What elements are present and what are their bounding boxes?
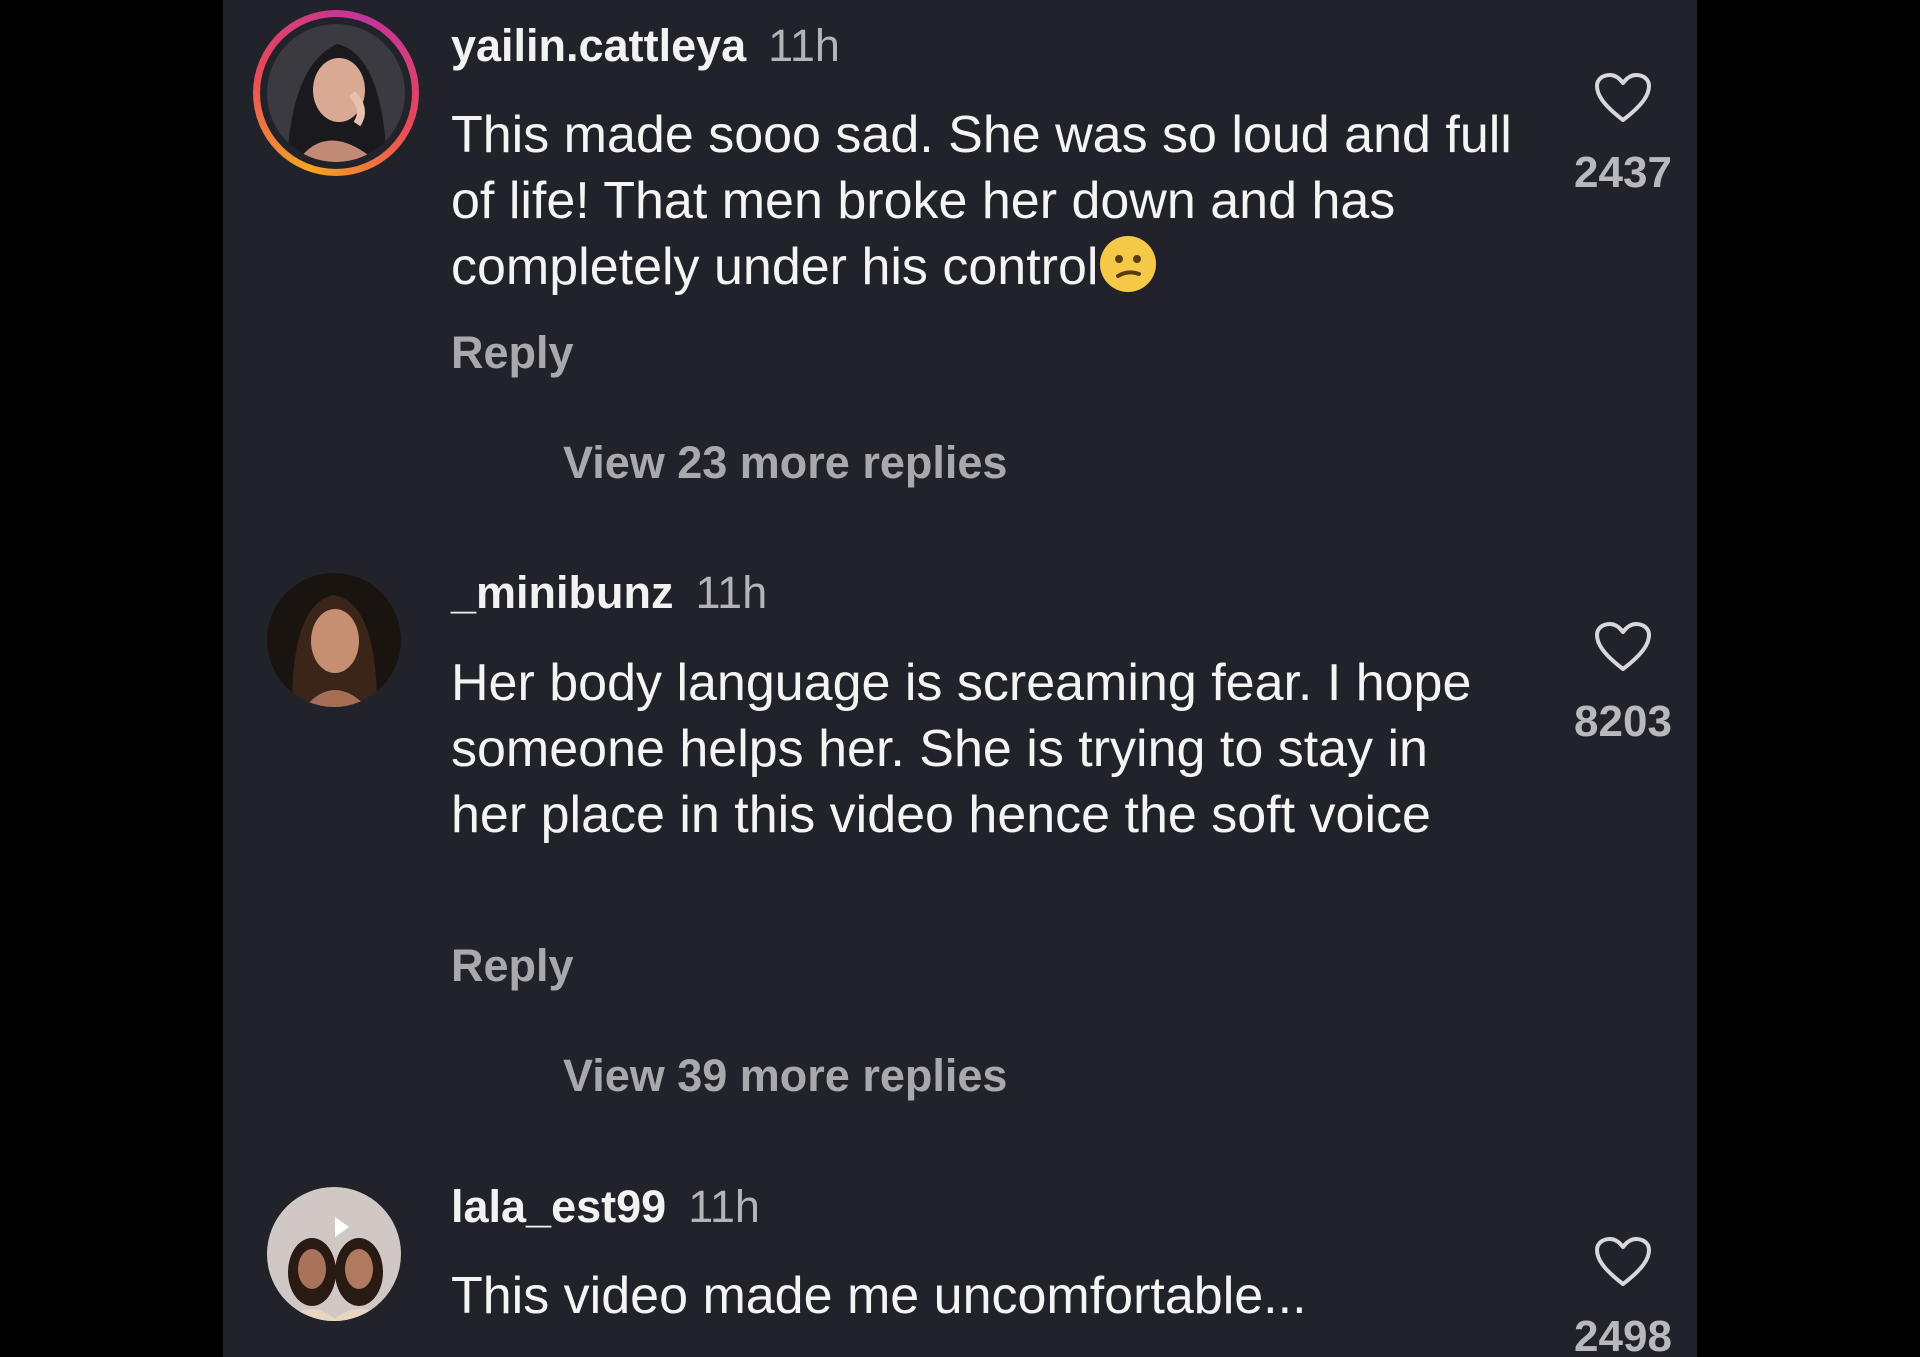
like-control: 2498 [1563, 1236, 1683, 1357]
like-count: 2498 [1574, 1312, 1672, 1357]
comment-body: This video made me uncomfortable... [451, 1267, 1307, 1325]
like-control: 8203 [1563, 621, 1683, 747]
like-count: 8203 [1574, 697, 1672, 746]
username-text[interactable]: _minibunz [451, 567, 674, 618]
timestamp: 11h [695, 567, 768, 618]
comment-text: This video made me uncomfortable... [451, 1263, 1551, 1329]
avatar[interactable] [267, 573, 401, 707]
avatar[interactable] [267, 24, 405, 162]
reply-button[interactable]: Reply [451, 940, 574, 992]
avatar[interactable] [267, 1187, 401, 1321]
username-text[interactable]: yailin.cattleya [451, 20, 746, 71]
comments-panel: yailin.cattleya 11h This made sooo sad. S… [223, 0, 1697, 1357]
heart-icon[interactable] [1594, 621, 1652, 673]
username[interactable]: yailin.cattleya 11h [451, 20, 840, 72]
comment-body: Her body language is screaming fear. I h… [451, 654, 1472, 844]
timestamp: 11h [768, 20, 840, 71]
comment-text: Her body language is screaming fear. I h… [451, 650, 1491, 848]
timestamp: 11h [688, 1181, 760, 1232]
comment-text: This made sooo sad. She was so loud and … [451, 102, 1551, 300]
reply-button[interactable]: Reply [451, 327, 574, 379]
comment-body: This made sooo sad. She was so loud and … [451, 106, 1512, 296]
view-more-replies-button[interactable]: View 39 more replies [563, 1050, 1007, 1102]
like-control: 2437 [1563, 72, 1683, 198]
heart-icon[interactable] [1594, 1236, 1652, 1288]
username-text[interactable]: lala_est99 [451, 1181, 666, 1232]
heart-icon[interactable] [1594, 72, 1652, 124]
story-ring[interactable] [253, 10, 419, 176]
username[interactable]: _minibunz 11h [451, 567, 767, 619]
confused-face-icon [1100, 236, 1157, 292]
username[interactable]: lala_est99 11h [451, 1181, 760, 1233]
view-more-replies-button[interactable]: View 23 more replies [563, 437, 1007, 489]
like-count: 2437 [1574, 148, 1672, 197]
